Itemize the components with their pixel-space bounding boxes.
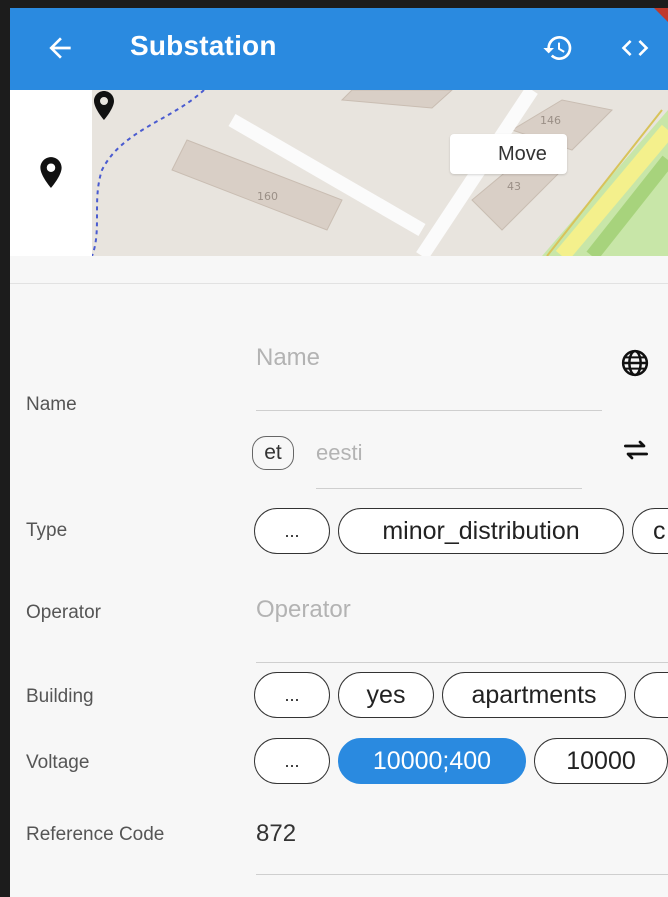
voltage-label: Voltage (26, 752, 90, 773)
voltage-chip-10000-400[interactable]: 10000;400 (338, 738, 526, 784)
history-icon[interactable] (542, 32, 574, 64)
map-label: 160 (257, 190, 278, 203)
app-bar: Substation (10, 8, 668, 90)
localized-name-input[interactable]: eesti (316, 440, 362, 466)
page-title: Substation (130, 30, 277, 61)
type-more-chip[interactable]: ... (254, 508, 330, 554)
arrow-back-icon[interactable] (44, 32, 76, 64)
name-label: Name (26, 394, 77, 415)
building-chip-apartments[interactable]: apartments (442, 672, 626, 718)
move-button[interactable]: Move (450, 134, 567, 174)
map-canvas: 146 43 160 (92, 90, 668, 256)
move-label: Move (498, 142, 547, 165)
section-divider (10, 283, 668, 284)
editor-screen: Substation 146 43 160 Move Name Name et … (10, 8, 668, 897)
map-preview[interactable]: 146 43 160 Move (92, 90, 668, 256)
reference-code-input[interactable]: 872 (256, 820, 296, 848)
voltage-more-chip[interactable]: ... (254, 738, 330, 784)
swap-icon[interactable] (620, 434, 652, 466)
operator-label: Operator (26, 602, 101, 623)
reference-code-underline (256, 874, 668, 875)
type-chip-partial[interactable]: c (632, 508, 668, 554)
type-label: Type (26, 520, 68, 541)
operator-input[interactable]: Operator (256, 596, 351, 624)
voltage-chip-10000[interactable]: 10000 (534, 738, 668, 784)
reference-code-label: Reference Code (26, 824, 165, 845)
building-more-chip[interactable]: ... (254, 672, 330, 718)
building-chip-yes[interactable]: yes (338, 672, 434, 718)
building-label: Building (26, 686, 94, 707)
map-label: 43 (507, 180, 521, 193)
language-badge[interactable]: et (252, 436, 294, 470)
building-chip-partial[interactable] (634, 672, 668, 718)
location-row: 146 43 160 Move (10, 90, 668, 256)
code-icon[interactable] (618, 32, 652, 64)
globe-icon[interactable] (620, 348, 650, 378)
name-underline (256, 410, 602, 411)
type-chip-minor-distribution[interactable]: minor_distribution (338, 508, 624, 554)
localized-name-underline (316, 488, 582, 489)
location-pin-icon (40, 157, 62, 188)
name-input[interactable]: Name (256, 344, 320, 372)
operator-underline (256, 662, 668, 663)
marker-pin-icon (94, 91, 114, 120)
map-label: 146 (540, 114, 561, 127)
debug-corner (654, 8, 668, 22)
